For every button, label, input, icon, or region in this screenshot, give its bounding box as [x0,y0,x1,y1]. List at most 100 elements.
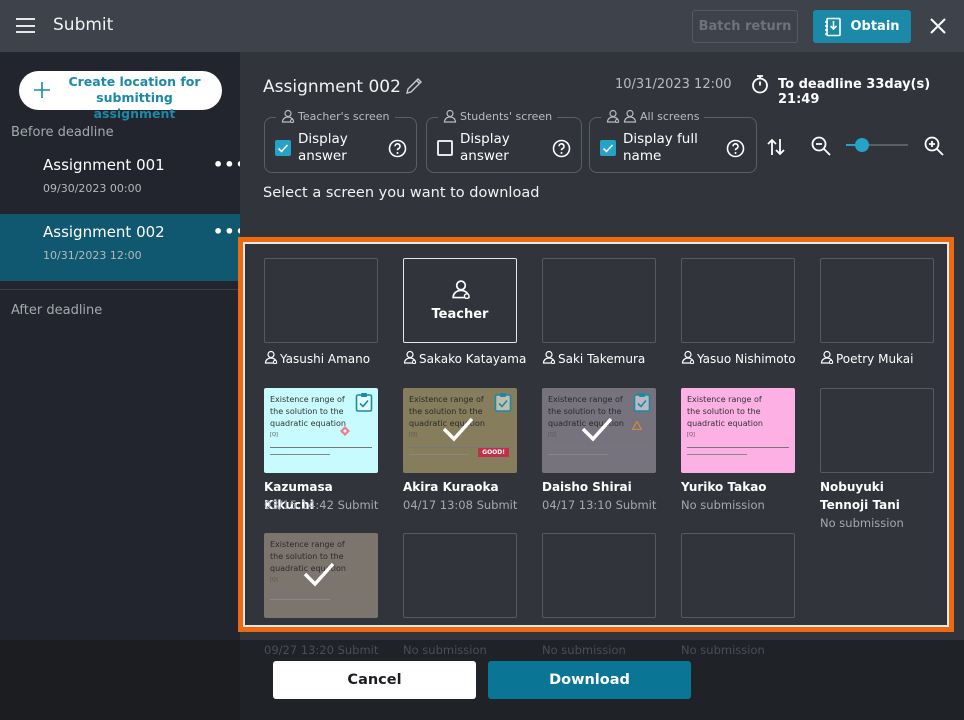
zoom-slider[interactable] [846,138,908,152]
screen-cell[interactable]: Existence range of the solution to the q… [264,533,378,623]
student-name: Sakako Katayama [403,350,526,367]
screen-cell[interactable]: Existence range of the solution to the q… [403,388,517,518]
teacher-icon [606,109,620,123]
deadline-remaining: To deadline 33day(s) 21:49 [778,77,931,107]
sidebar-divider [0,289,240,290]
after-deadline-label: After deadline [11,303,103,318]
display-full-name-label: Display full name [623,131,698,164]
assignment-title: Assignment 002 [263,77,401,97]
screen-cell[interactable] [542,533,656,623]
notebook-download-icon [825,17,842,36]
student-name: Yasuo Nishimoto [681,350,796,367]
main-panel: Assignment 002 10/31/2023 12:00 To deadl… [238,52,964,640]
close-icon[interactable] [926,14,950,38]
screen-thumbnail[interactable]: Existence range of the solution to the q… [403,388,517,473]
paper-question: [Q] [548,432,556,438]
teacher-icon [820,350,834,365]
screen-cell[interactable] [403,533,517,623]
all-screens-legend: All screens [601,109,705,123]
submission-status: 03/15 14:42 Submit [264,498,379,512]
cell-status-peek: No submission [542,643,626,657]
students-screen-options: Students' screen Display answer [426,109,582,173]
screen-thumbnail[interactable]: Teacher [403,258,517,343]
screen-cell[interactable]: Teacher Sakako Katayama [403,258,526,388]
screen-thumbnail[interactable] [681,258,795,343]
sidebar: Create location for submitting assignmen… [0,52,246,640]
teacher-icon [264,350,278,365]
screen-thumbnail[interactable]: Existence range of the solution to the q… [264,388,378,473]
paper-question: [Q] [409,432,417,438]
check-icon [602,144,614,153]
screen-thumbnail[interactable] [681,533,795,618]
students-display-answer-checkbox[interactable] [437,140,453,156]
screen-thumbnail[interactable] [403,533,517,618]
teacher-screen-options: Teacher's screen Display answer [264,109,417,173]
teacher-icon [403,350,417,365]
help-icon[interactable] [552,139,571,158]
create-location-button[interactable]: Create location for submitting assignmen… [19,71,222,121]
edit-pencil-icon[interactable] [404,76,424,96]
app-title: Submit [53,15,114,35]
screen-thumbnail[interactable]: Existence range of the solution to the q… [264,533,378,618]
zoom-in-icon[interactable] [923,135,945,157]
screen-grid-highlight: Yasushi Amano Teacher Sakako Katayama Saki … [238,237,954,632]
submission-status: No submission [820,516,904,530]
help-icon[interactable] [726,139,745,158]
student-name: Yasushi Amano [264,350,370,367]
screen-cell[interactable]: Yasuo Nishimoto [681,258,796,388]
screen-cell[interactable]: Saki Takemura [542,258,656,388]
paper-question: [Q] [270,432,278,438]
student-name: Daisho Shirai [542,480,632,494]
assignment-item-active[interactable]: Assignment 002 10/31/2023 12:00 ••• [0,214,246,281]
clipboard-check-icon [633,393,651,412]
hamburger-icon[interactable] [16,18,35,33]
check-icon [277,144,289,153]
submission-status: 04/17 13:08 Submit [403,498,518,512]
obtain-button[interactable]: Obtain [813,10,911,43]
zoom-slider-thumb[interactable] [854,138,869,152]
footer: 09/27 13:20 Submit No submission No subm… [0,640,964,720]
screen-cell[interactable]: Yasushi Amano [264,258,378,388]
screen-thumbnail[interactable] [542,258,656,343]
screen-cell[interactable] [681,533,795,623]
display-full-name-checkbox[interactable] [600,140,616,156]
assignment-item[interactable]: Assignment 001 09/30/2023 00:00 ••• [0,147,246,214]
paper-question: [Q] [270,577,278,583]
student-name: Akira Kuraoka [403,480,499,494]
screen-thumbnail[interactable]: Existence range of the solution to the q… [542,388,656,473]
app-header: Submit Batch return Obtain [0,0,964,52]
teacher-icon [681,350,695,365]
screen-cell[interactable]: Existence range of the solution to the q… [264,388,378,518]
paper-title: Existence range of the solution to the q… [687,395,763,428]
clipboard-check-icon [494,393,512,412]
download-button[interactable]: Download [488,661,691,699]
student-icon [443,109,457,123]
screen-thumbnail[interactable] [820,388,934,473]
screen-cell[interactable]: Poetry Mukai [820,258,934,388]
submission-status: 04/17 13:10 Submit [542,498,657,512]
screen-thumbnail[interactable]: Existence range of the solution to the q… [681,388,795,473]
assignment-name: Assignment 002 [43,223,165,241]
cancel-button[interactable]: Cancel [273,661,476,699]
teacher-display-answer-checkbox[interactable] [275,140,291,156]
screen-thumbnail[interactable] [820,258,934,343]
sort-icon[interactable] [765,136,787,158]
screen-cell[interactable]: Existence range of the solution to the q… [681,388,795,518]
screen-cell[interactable]: Nobuyuki Tennoji Tani No submission [820,388,934,530]
assignment-date: 10/31/2023 12:00 [43,249,142,262]
screen-thumbnail[interactable] [542,533,656,618]
student-name: Yuriko Takao [681,480,767,494]
selected-check-icon [581,417,613,442]
zoom-out-icon[interactable] [810,135,832,157]
plus-icon [34,82,50,98]
marker-icon [340,426,350,436]
screen-cell[interactable]: Existence range of the solution to the q… [542,388,656,518]
screen-thumbnail[interactable] [264,258,378,343]
batch-return-button[interactable]: Batch return [692,10,798,43]
student-icon [623,109,637,123]
paper-question: [Q] [687,432,695,438]
teacher-display-answer-label: Display answer [298,131,348,164]
paper-title: Existence range of the solution to the q… [270,395,346,428]
teacher-screen-legend: Teacher's screen [276,109,395,123]
help-icon[interactable] [388,139,407,158]
